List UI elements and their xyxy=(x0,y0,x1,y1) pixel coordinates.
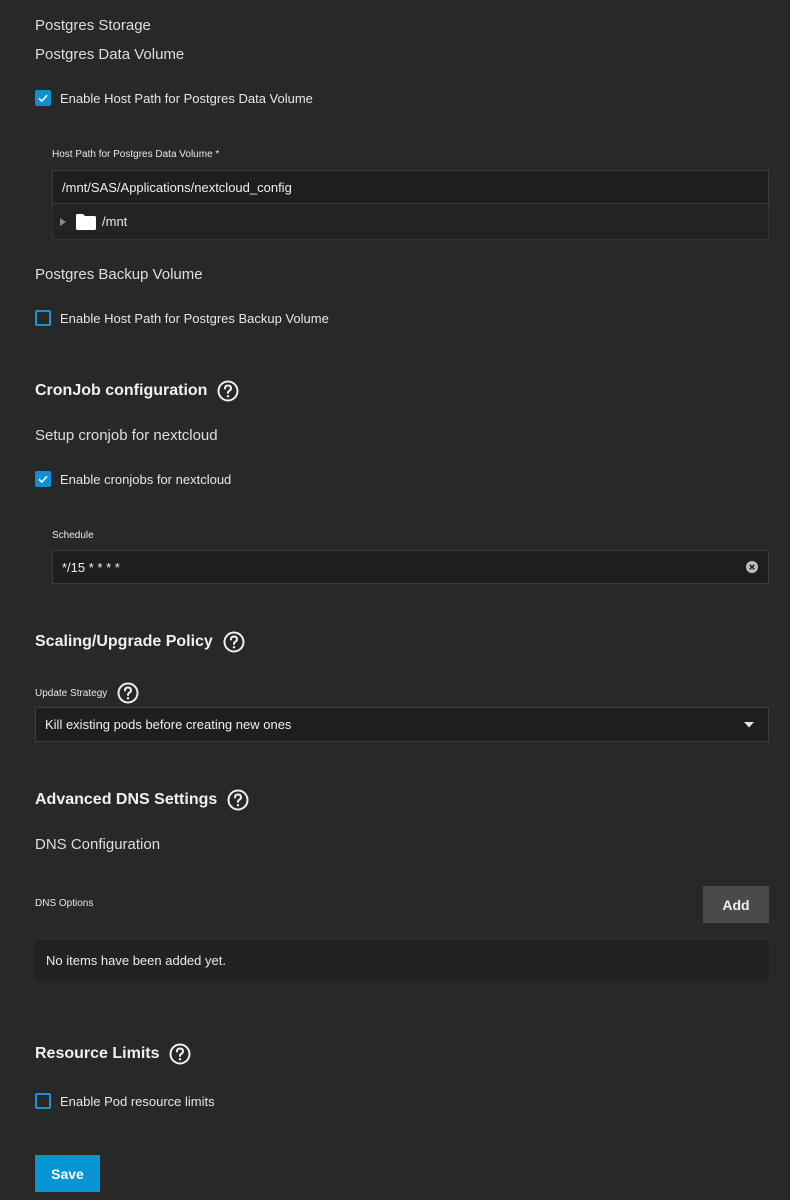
update-strategy-label-row: Update Strategy xyxy=(35,682,139,704)
resource-limits-title-text: Resource Limits xyxy=(35,1045,160,1062)
data-volume-host-path-checkbox-label: Enable Host Path for Postgres Data Volum… xyxy=(60,90,313,106)
update-strategy-label: Update Strategy xyxy=(35,687,108,699)
dns-options-empty-list: No items have been added yet. xyxy=(35,940,769,981)
resource-limits-section-title: Resource Limits xyxy=(35,1043,191,1065)
scaling-title-text: Scaling/Upgrade Policy xyxy=(35,633,213,650)
help-icon[interactable] xyxy=(223,631,245,653)
clear-icon[interactable] xyxy=(746,561,758,573)
dns-add-button[interactable]: Add xyxy=(703,886,769,923)
schedule-input[interactable]: */15 * * * * xyxy=(52,550,769,584)
enable-cronjobs-checkbox-label: Enable cronjobs for nextcloud xyxy=(60,471,232,487)
postgres-storage-heading: Postgres Storage xyxy=(35,17,151,34)
schedule-input-value: */15 * * * * xyxy=(62,559,120,575)
dns-options-label: DNS Options xyxy=(35,898,94,909)
schedule-field-label: Schedule xyxy=(52,530,94,541)
enable-cronjobs-checkbox[interactable] xyxy=(35,471,51,487)
host-path-input-value: /mnt/SAS/Applications/nextcloud_config xyxy=(62,179,292,195)
caret-right-icon[interactable] xyxy=(59,217,67,227)
host-path-input[interactable]: /mnt/SAS/Applications/nextcloud_config xyxy=(52,170,769,204)
pod-resource-limits-checkbox-row[interactable]: Enable Pod resource limits xyxy=(35,1093,215,1109)
backup-volume-host-path-checkbox[interactable] xyxy=(35,310,51,326)
backup-volume-host-path-checkbox-label: Enable Host Path for Postgres Backup Vol… xyxy=(60,310,329,326)
cronjob-section-title: CronJob configuration xyxy=(35,380,239,402)
data-volume-host-path-checkbox-row[interactable]: Enable Host Path for Postgres Data Volum… xyxy=(35,90,313,106)
folder-icon xyxy=(76,213,96,230)
dns-section-title: Advanced DNS Settings xyxy=(35,789,249,811)
help-icon[interactable] xyxy=(117,682,139,704)
file-tree-node-mnt[interactable]: /mnt xyxy=(52,204,769,240)
host-path-field-label: Host Path for Postgres Data Volume * xyxy=(52,149,220,160)
check-icon xyxy=(38,475,48,484)
pod-resource-limits-checkbox[interactable] xyxy=(35,1093,51,1109)
dns-configuration-heading: DNS Configuration xyxy=(35,836,161,853)
backup-volume-host-path-checkbox-row[interactable]: Enable Host Path for Postgres Backup Vol… xyxy=(35,310,329,326)
dns-empty-message: No items have been added yet. xyxy=(46,953,226,968)
help-icon[interactable] xyxy=(227,789,249,811)
postgres-backup-volume-heading: Postgres Backup Volume xyxy=(35,266,203,283)
scaling-section-title: Scaling/Upgrade Policy xyxy=(35,631,245,653)
dropdown-arrow-icon xyxy=(744,721,754,727)
file-tree-node-label: /mnt xyxy=(102,214,128,229)
update-strategy-select[interactable]: Kill existing pods before creating new o… xyxy=(35,707,769,742)
help-icon[interactable] xyxy=(217,380,239,402)
cronjob-title-text: CronJob configuration xyxy=(35,382,208,399)
enable-cronjobs-checkbox-row[interactable]: Enable cronjobs for nextcloud xyxy=(35,471,231,487)
check-icon xyxy=(38,94,48,103)
postgres-data-volume-heading: Postgres Data Volume xyxy=(35,46,185,63)
save-button[interactable]: Save xyxy=(35,1155,100,1192)
help-icon[interactable] xyxy=(169,1043,191,1065)
cronjob-subheading: Setup cronjob for nextcloud xyxy=(35,427,218,444)
update-strategy-select-value: Kill existing pods before creating new o… xyxy=(45,717,292,732)
pod-resource-limits-checkbox-label: Enable Pod resource limits xyxy=(60,1093,215,1109)
data-volume-host-path-checkbox[interactable] xyxy=(35,90,51,106)
dns-title-text: Advanced DNS Settings xyxy=(35,791,218,808)
